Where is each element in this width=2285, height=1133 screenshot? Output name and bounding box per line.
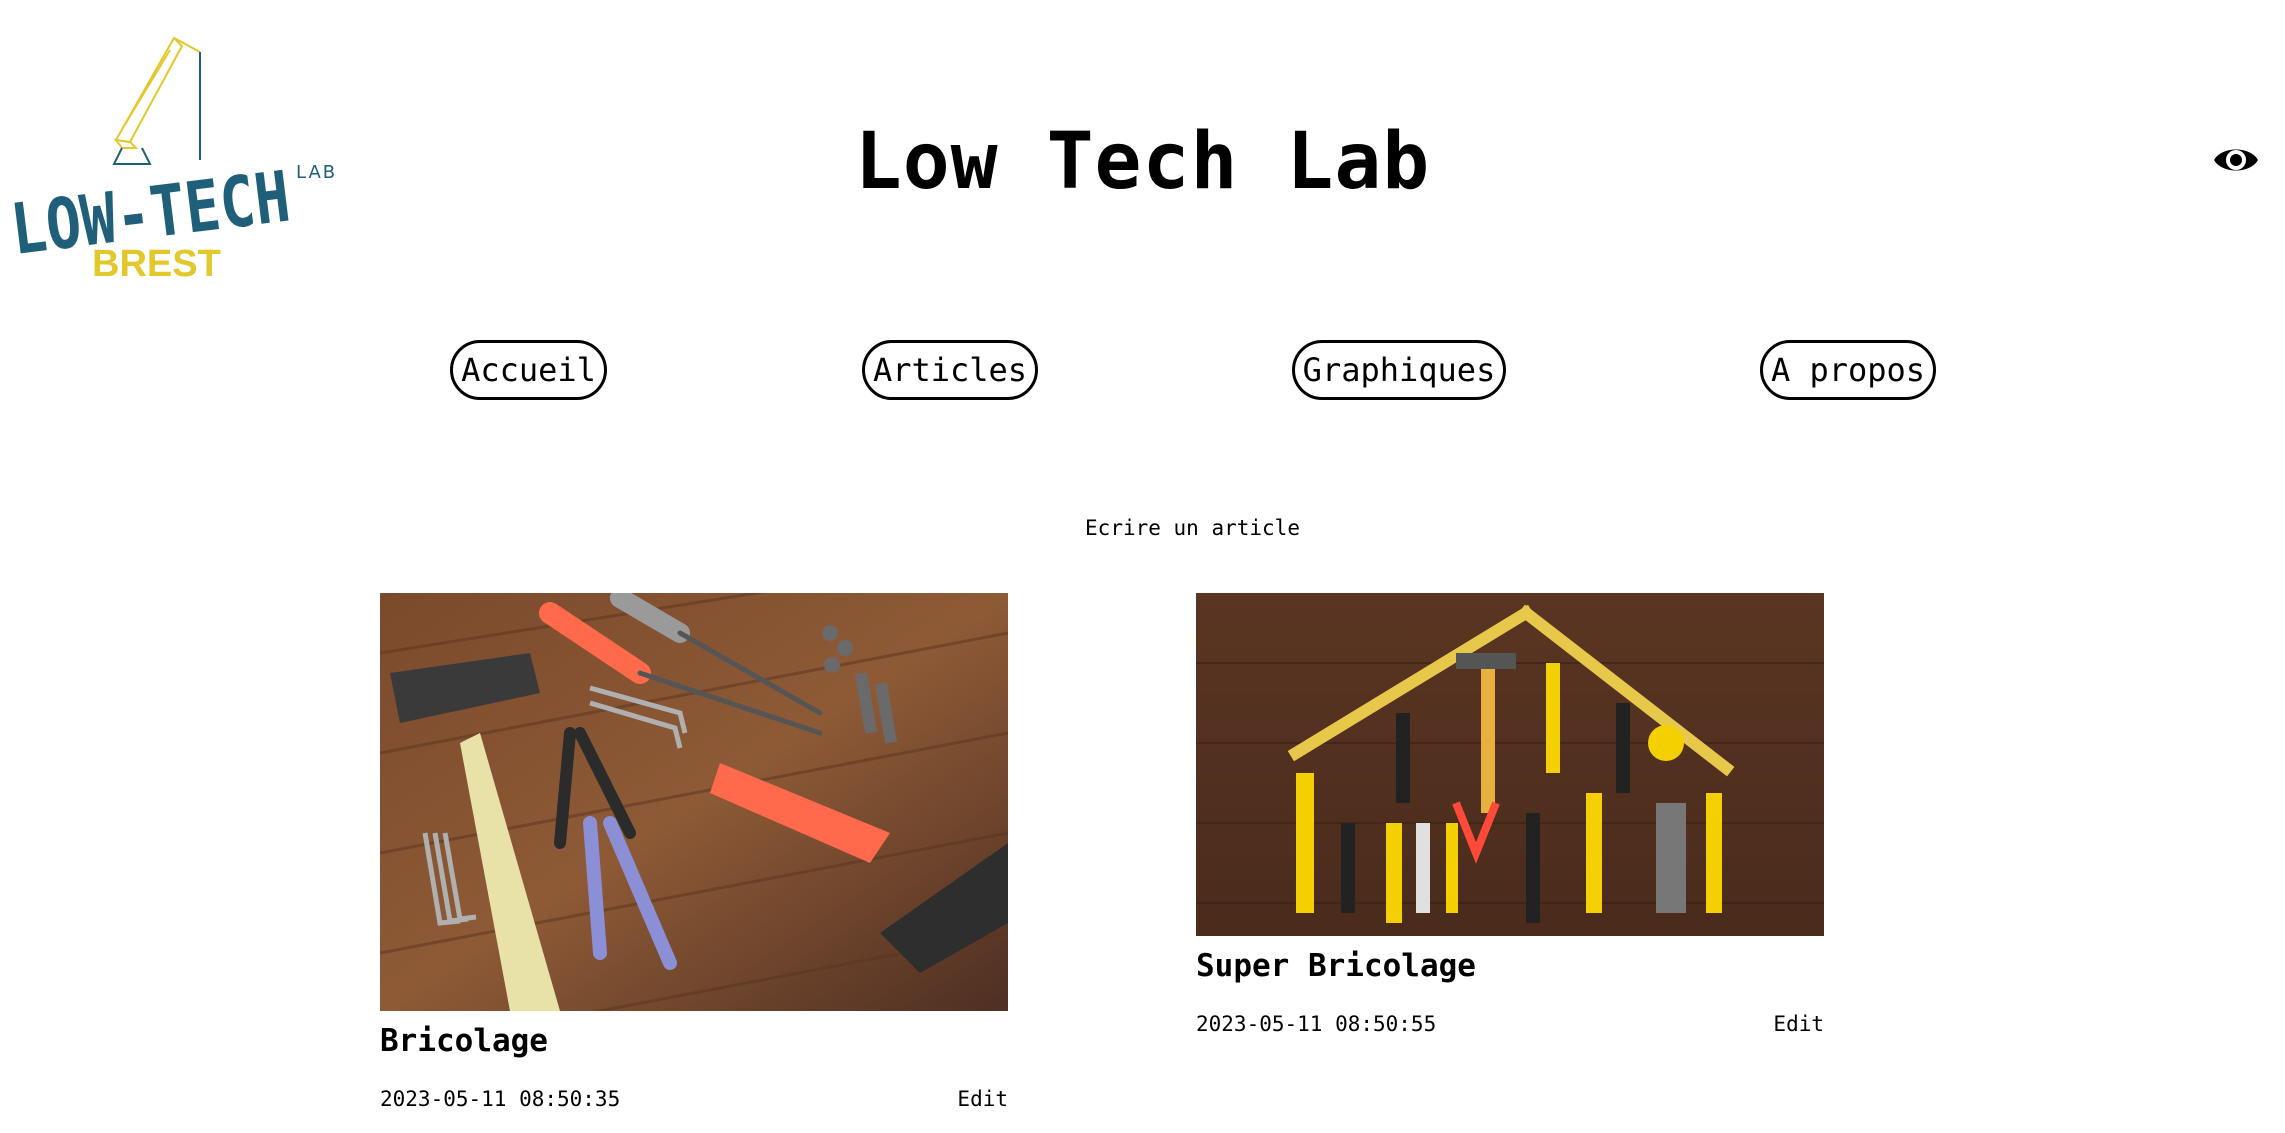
main-nav: Accueil Articles Graphiques A propos <box>0 340 2285 404</box>
article-meta: 2023-05-11 08:50:35 Edit <box>380 1087 1008 1111</box>
logo-text-city: BREST <box>92 243 221 282</box>
article-card[interactable]: Super Bricolage 2023-05-11 08:50:55 Edit <box>1196 593 1824 1036</box>
site-title: Low Tech Lab <box>854 117 1431 207</box>
edit-link[interactable]: Edit <box>1773 1012 1824 1036</box>
nav-item-a-propos[interactable]: A propos <box>1760 340 1936 400</box>
edit-link[interactable]: Edit <box>957 1087 1008 1111</box>
article-date: 2023-05-11 08:50:55 <box>1196 1012 1437 1036</box>
article-image[interactable] <box>1196 593 1824 936</box>
article-title[interactable]: Bricolage <box>380 1019 1008 1063</box>
article-meta: 2023-05-11 08:50:55 Edit <box>1196 1012 1824 1036</box>
article-card[interactable]: Bricolage 2023-05-11 08:50:35 Edit <box>380 593 1008 1111</box>
nav-item-accueil[interactable]: Accueil <box>450 340 607 400</box>
nav-item-articles[interactable]: Articles <box>862 340 1038 400</box>
article-image[interactable] <box>380 593 1008 1011</box>
nav-item-graphiques[interactable]: Graphiques <box>1292 340 1506 400</box>
article-title[interactable]: Super Bricolage <box>1196 944 1824 988</box>
article-date: 2023-05-11 08:50:35 <box>380 1087 621 1111</box>
eye-icon[interactable] <box>2212 142 2260 178</box>
write-article-link[interactable]: Ecrire un article <box>0 516 2285 540</box>
